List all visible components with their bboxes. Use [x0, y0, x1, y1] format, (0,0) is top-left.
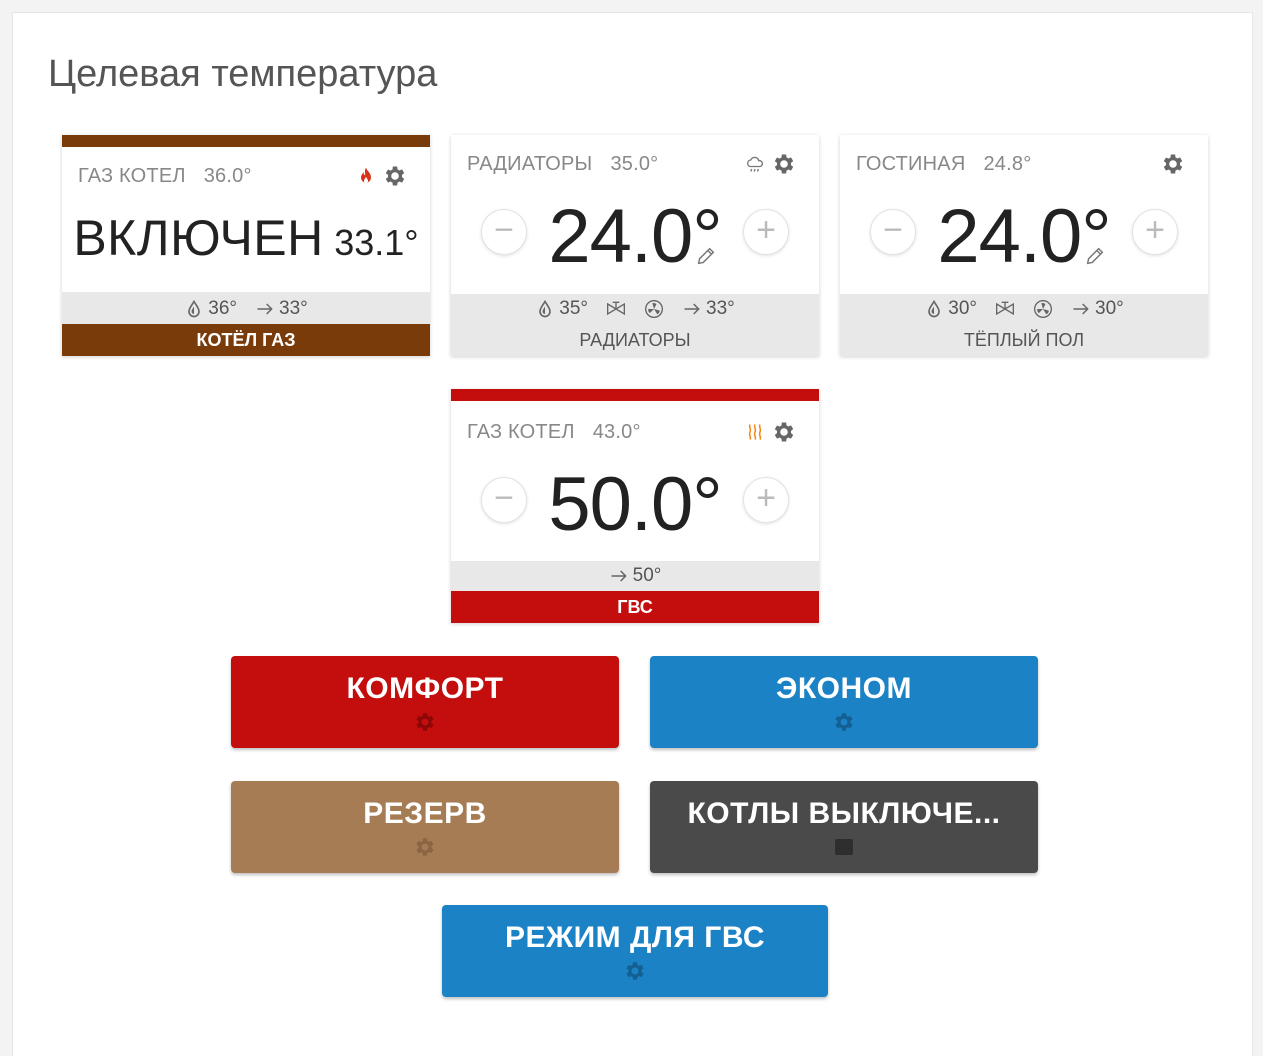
economy-mode-button[interactable]: ЭКОНОМ: [650, 656, 1038, 748]
gear-icon[interactable]: [771, 419, 797, 445]
stop-icon: [832, 835, 856, 859]
device-name: ГАЗ КОТЕЛ: [78, 165, 186, 187]
gear-icon[interactable]: [771, 151, 797, 177]
supply-temp: 36°: [184, 298, 237, 320]
flame-icon: [356, 166, 376, 186]
card-topbar: [451, 389, 819, 401]
valve-status: [995, 299, 1015, 319]
comfort-mode-button[interactable]: КОМФОРТ: [231, 656, 619, 748]
card-footer: РАДИАТОРЫ: [451, 324, 819, 356]
card-footer: ТЁПЛЫЙ ПОЛ: [840, 324, 1208, 356]
device-temp: 36.0°: [203, 165, 252, 187]
living-room-card[interactable]: ГОСТИНАЯ 24.8° − 24.0° + 30° 30° ТЁПЛЫЙ П…: [840, 135, 1208, 356]
boilers-off-mode-button[interactable]: КОТЛЫ ВЫКЛЮЧЕ...: [650, 781, 1038, 873]
card-header: ГАЗ КОТЕЛ 43.0°: [467, 421, 641, 444]
card-header: ГОСТИНАЯ 24.8°: [856, 153, 1031, 176]
supply-temp: 30°: [924, 298, 977, 320]
card-icons: [745, 419, 797, 445]
gas-boiler-card[interactable]: ГАЗ КОТЕЛ 36.0° ВКЛЮЧЕН 33.1° 36° 33° КОТ…: [62, 135, 430, 356]
pump-status: [644, 299, 664, 319]
increase-button[interactable]: +: [743, 209, 789, 255]
hot-water-mode-button[interactable]: РЕЖИМ ДЛЯ ГВС: [442, 905, 828, 997]
device-temp: 35.0°: [610, 153, 659, 175]
valve-icon: [606, 299, 626, 319]
gear-icon: [623, 959, 647, 983]
gear-icon[interactable]: [1160, 151, 1186, 177]
device-temp: 24.8°: [983, 153, 1032, 175]
increase-button[interactable]: +: [1132, 209, 1178, 255]
return-temp: 30°: [1071, 298, 1124, 320]
radiators-card[interactable]: РАДИАТОРЫ 35.0° − 24.0° + 35° 33° РАДИАТО…: [451, 135, 819, 356]
supply-temp: 35°: [535, 298, 588, 320]
edit-icon[interactable]: [695, 245, 717, 267]
gear-icon[interactable]: [382, 163, 408, 189]
device-temp: 43.0°: [592, 421, 641, 443]
heat-waves-icon: [745, 422, 765, 442]
edit-icon[interactable]: [1084, 245, 1106, 267]
info-strip: 50°: [451, 561, 819, 591]
status-line: ВКЛЮЧЕН 33.1°: [62, 209, 430, 267]
card-footer: КОТЁЛ ГАЗ: [62, 324, 430, 356]
return-temp: 50°: [609, 565, 661, 587]
valve-icon: [995, 299, 1015, 319]
gear-icon: [832, 710, 856, 734]
increase-button[interactable]: +: [743, 477, 789, 523]
status-temp: 33.1°: [334, 222, 419, 263]
arrow-right-icon: [682, 299, 702, 319]
mode-label: РЕЗЕРВ: [363, 797, 487, 830]
mode-label: ЭКОНОМ: [776, 672, 912, 705]
info-strip: 30° 30°: [840, 294, 1208, 324]
card-footer: ГВС: [451, 591, 819, 623]
drop-icon: [184, 299, 204, 319]
mode-label: РЕЖИМ ДЛЯ ГВС: [504, 921, 766, 954]
info-strip: 35° 33°: [451, 294, 819, 324]
card-icons: [1160, 151, 1186, 177]
card-topbar: [62, 135, 430, 147]
device-name: РАДИАТОРЫ: [467, 153, 593, 175]
fan-icon: [644, 299, 664, 319]
return-temp: 33°: [255, 298, 308, 320]
reserve-mode-button[interactable]: РЕЗЕРВ: [231, 781, 619, 873]
card-icons: [745, 151, 797, 177]
arrow-right-icon: [255, 299, 275, 319]
drop-icon: [535, 299, 555, 319]
card-icons: [356, 163, 408, 189]
weather-icon: [745, 154, 765, 174]
page-title: Целевая температура: [48, 53, 438, 95]
pump-status: [1033, 299, 1053, 319]
card-header: ГАЗ КОТЕЛ 36.0°: [78, 165, 252, 188]
mode-label: КОМФОРТ: [346, 672, 504, 705]
card-header: РАДИАТОРЫ 35.0°: [467, 153, 658, 176]
valve-status: [606, 299, 626, 319]
device-name: ГАЗ КОТЕЛ: [467, 421, 575, 443]
arrow-right-icon: [1071, 299, 1091, 319]
info-strip: 36° 33°: [62, 292, 430, 326]
fan-icon: [1033, 299, 1053, 319]
gear-icon: [413, 835, 437, 859]
status-text: ВКЛЮЧЕН: [73, 210, 324, 266]
return-temp: 33°: [682, 298, 735, 320]
mode-label: КОТЛЫ ВЫКЛЮЧЕ...: [687, 797, 1001, 830]
device-name: ГОСТИНАЯ: [856, 153, 966, 175]
hot-water-card[interactable]: ГАЗ КОТЕЛ 43.0° − 50.0° + 50° ГВС: [451, 389, 819, 623]
drop-icon: [924, 299, 944, 319]
gear-icon: [413, 710, 437, 734]
arrow-right-icon: [609, 566, 629, 586]
